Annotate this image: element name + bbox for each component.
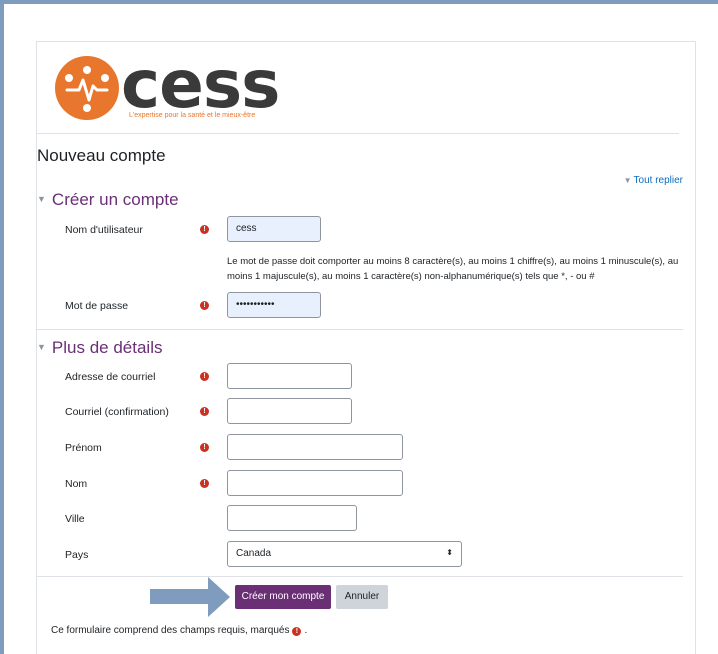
- required-icon: !: [200, 443, 209, 452]
- firstname-label: Prénom: [65, 442, 102, 454]
- section-toggle-create-account[interactable]: ▼ Créer un compte: [37, 190, 179, 210]
- cess-logo: cess L'expertise pour la santé et le mie…: [55, 46, 280, 126]
- create-account-button[interactable]: Créer mon compte: [235, 585, 331, 609]
- section-toggle-more-details[interactable]: ▼ Plus de détails: [37, 338, 163, 358]
- select-arrows-icon: ⬍: [446, 548, 453, 557]
- email-input[interactable]: [227, 363, 352, 389]
- triangle-down-icon: ▼: [623, 176, 632, 185]
- city-input[interactable]: [227, 505, 357, 531]
- required-icon: !: [200, 372, 209, 381]
- email-label: Adresse de courriel: [65, 371, 156, 383]
- firstname-input[interactable]: [227, 434, 403, 460]
- city-label: Ville: [65, 513, 85, 525]
- logo-tagline: L'expertise pour la santé et le mieux-êt…: [129, 112, 256, 119]
- required-icon: !: [200, 301, 209, 310]
- section-divider: [37, 329, 683, 330]
- required-icon: !: [292, 627, 302, 636]
- chevron-down-icon: ▼: [37, 342, 46, 352]
- password-input[interactable]: •••••••••••: [227, 292, 321, 318]
- required-icon: !: [200, 407, 209, 416]
- heartbeat-network-icon: [55, 56, 119, 120]
- required-icon: !: [200, 225, 209, 234]
- screenshot-frame-top: [0, 0, 718, 4]
- email-confirm-input[interactable]: [227, 398, 352, 424]
- page-title: Nouveau compte: [37, 146, 166, 165]
- actions-divider: [37, 576, 683, 577]
- section-heading-more-details: Plus de détails: [51, 338, 163, 357]
- annotation-arrow-icon: [208, 577, 230, 617]
- lastname-label: Nom: [65, 478, 88, 490]
- country-label: Pays: [65, 549, 89, 561]
- password-rules-help: Le mot de passe doit comporter au moins …: [227, 256, 679, 282]
- username-label: Nom d'utilisateur: [65, 224, 143, 236]
- email-confirm-label: Courriel (confirmation): [65, 406, 169, 418]
- country-select-value: Canada: [236, 548, 272, 559]
- cancel-button[interactable]: Annuler: [336, 585, 388, 609]
- annotation-arrow-shaft: [150, 589, 210, 604]
- required-icon: !: [200, 479, 209, 488]
- username-input[interactable]: cess: [227, 216, 321, 242]
- section-heading-create-account: Créer un compte: [51, 190, 179, 209]
- country-select[interactable]: Canada ⬍: [227, 541, 462, 567]
- password-label: Mot de passe: [65, 300, 129, 312]
- required-note-suffix: .: [304, 625, 308, 636]
- signup-form-card: cess L'expertise pour la santé et le mie…: [36, 41, 696, 654]
- collapse-all-label: Tout replier: [633, 175, 683, 186]
- screenshot-frame-left: [0, 0, 4, 654]
- lastname-input[interactable]: [227, 470, 403, 496]
- chevron-down-icon: ▼: [37, 194, 46, 204]
- collapse-all-link[interactable]: ▼ Tout replier: [624, 175, 683, 186]
- required-fields-note: Ce formulaire comprend des champs requis…: [51, 625, 307, 636]
- header-divider: [37, 133, 679, 134]
- required-note-text: Ce formulaire comprend des champs requis…: [51, 625, 290, 636]
